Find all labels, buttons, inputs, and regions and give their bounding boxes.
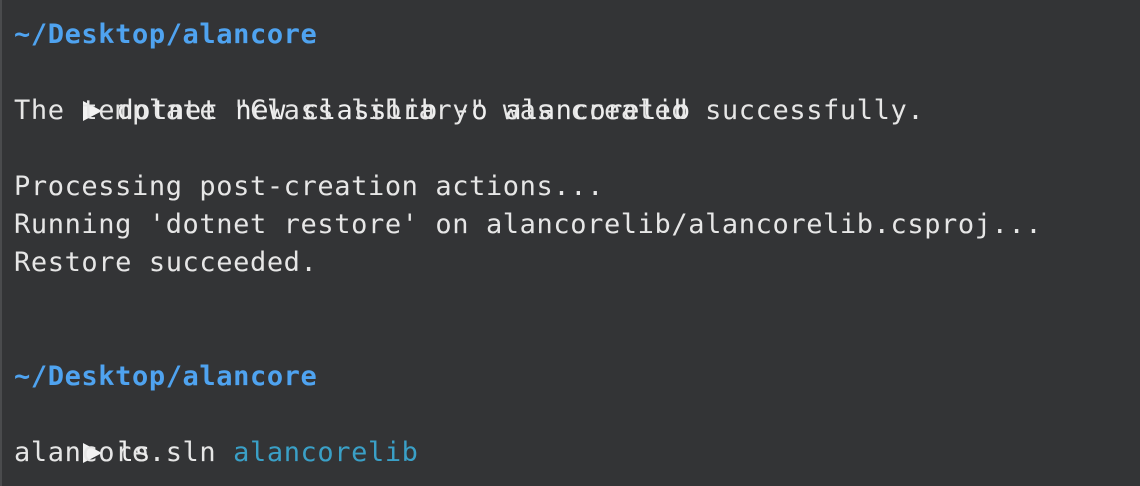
output-line: The template "Class library" was created… [14,95,925,126]
output-line: Running 'dotnet restore' on alancorelib/… [14,209,1043,240]
command-line: dotnet new classlib -o alancorelib [14,54,1140,126]
file-entry: alancore.sln [14,437,217,468]
prompt-path: ~/Desktop/alancore [14,19,318,50]
terminal-window[interactable]: ~/Desktop/alancore dotnet new classlib -… [0,0,1140,486]
output-line: Restore succeeded. [14,247,318,278]
prompt-path: ~/Desktop/alancore [14,361,318,392]
output-line: Processing post-creation actions... [14,171,604,202]
command-line: ls [14,396,1140,468]
directory-entry: alancorelib [233,437,419,468]
ls-output-line: alancore.sln alancorelib [14,434,1140,472]
window-edge [0,0,2,486]
